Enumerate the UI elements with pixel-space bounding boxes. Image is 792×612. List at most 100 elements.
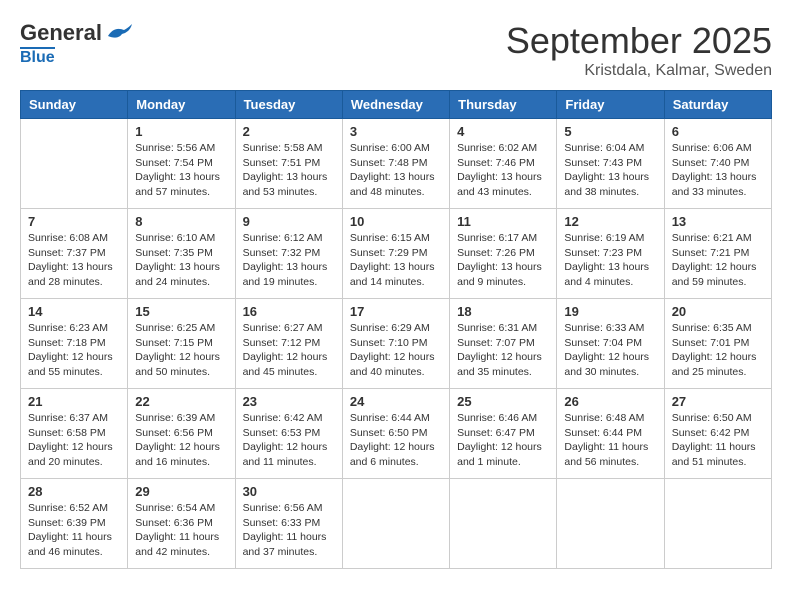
day-number: 4	[457, 124, 549, 139]
calendar-cell: 8 Sunrise: 6:10 AMSunset: 7:35 PMDaylight…	[128, 209, 235, 299]
calendar-cell: 10Sunrise: 6:15 AMSunset: 7:29 PMDayligh…	[342, 209, 449, 299]
calendar-cell	[664, 479, 771, 569]
day-number: 15	[135, 304, 227, 319]
day-info: Sunrise: 6:31 AMSunset: 7:07 PMDaylight:…	[457, 321, 549, 380]
day-number: 8	[135, 214, 227, 229]
col-header-tuesday: Tuesday	[235, 91, 342, 119]
day-info: Sunrise: 6:25 AMSunset: 7:15 PMDaylight:…	[135, 321, 227, 380]
day-number: 17	[350, 304, 442, 319]
day-number: 26	[564, 394, 656, 409]
day-number: 1	[135, 124, 227, 139]
day-info: Sunrise: 6:39 AMSunset: 6:56 PMDaylight:…	[135, 411, 227, 470]
day-info: Sunrise: 5:56 AMSunset: 7:54 PMDaylight:…	[135, 141, 227, 200]
header: General Blue September 2025 Kristdala, K…	[20, 20, 772, 80]
col-header-monday: Monday	[128, 91, 235, 119]
calendar-cell: 4 Sunrise: 6:02 AMSunset: 7:46 PMDaylight…	[450, 119, 557, 209]
title-area: September 2025 Kristdala, Kalmar, Sweden	[506, 20, 772, 80]
day-number: 20	[672, 304, 764, 319]
day-number: 19	[564, 304, 656, 319]
calendar-cell: 2 Sunrise: 5:58 AMSunset: 7:51 PMDaylight…	[235, 119, 342, 209]
day-info: Sunrise: 6:02 AMSunset: 7:46 PMDaylight:…	[457, 141, 549, 200]
calendar-cell: 26Sunrise: 6:48 AMSunset: 6:44 PMDayligh…	[557, 389, 664, 479]
calendar-cell: 9 Sunrise: 6:12 AMSunset: 7:32 PMDaylight…	[235, 209, 342, 299]
day-number: 29	[135, 484, 227, 499]
col-header-sunday: Sunday	[21, 91, 128, 119]
calendar-cell	[557, 479, 664, 569]
col-header-saturday: Saturday	[664, 91, 771, 119]
day-number: 28	[28, 484, 120, 499]
day-info: Sunrise: 6:10 AMSunset: 7:35 PMDaylight:…	[135, 231, 227, 290]
logo-bird-icon	[104, 22, 136, 44]
day-number: 5	[564, 124, 656, 139]
month-title: September 2025	[506, 20, 772, 62]
col-header-wednesday: Wednesday	[342, 91, 449, 119]
calendar: SundayMondayTuesdayWednesdayThursdayFrid…	[20, 90, 772, 569]
calendar-cell: 28 Sunrise: 6:52 AMSunset: 6:39 PMDayligh…	[21, 479, 128, 569]
day-info: Sunrise: 6:12 AMSunset: 7:32 PMDaylight:…	[243, 231, 335, 290]
day-number: 7	[28, 214, 120, 229]
week-row-4: 21 Sunrise: 6:37 AMSunset: 6:58 PMDayligh…	[21, 389, 772, 479]
day-info: Sunrise: 6:00 AMSunset: 7:48 PMDaylight:…	[350, 141, 442, 200]
calendar-cell: 11 Sunrise: 6:17 AMSunset: 7:26 PMDayligh…	[450, 209, 557, 299]
calendar-cell: 12 Sunrise: 6:19 AMSunset: 7:23 PMDayligh…	[557, 209, 664, 299]
week-row-1: 1 Sunrise: 5:56 AMSunset: 7:54 PMDaylight…	[21, 119, 772, 209]
calendar-cell: 1 Sunrise: 5:56 AMSunset: 7:54 PMDaylight…	[128, 119, 235, 209]
day-number: 25	[457, 394, 549, 409]
day-info: Sunrise: 6:23 AMSunset: 7:18 PMDaylight:…	[28, 321, 120, 380]
calendar-cell: 14Sunrise: 6:23 AMSunset: 7:18 PMDayligh…	[21, 299, 128, 389]
day-info: Sunrise: 6:29 AMSunset: 7:10 PMDaylight:…	[350, 321, 442, 380]
day-number: 22	[135, 394, 227, 409]
day-number: 30	[243, 484, 335, 499]
day-info: Sunrise: 5:58 AMSunset: 7:51 PMDaylight:…	[243, 141, 335, 200]
calendar-cell: 23Sunrise: 6:42 AMSunset: 6:53 PMDayligh…	[235, 389, 342, 479]
day-number: 27	[672, 394, 764, 409]
day-info: Sunrise: 6:50 AMSunset: 6:42 PMDaylight:…	[672, 411, 764, 470]
day-number: 9	[243, 214, 335, 229]
calendar-cell	[450, 479, 557, 569]
calendar-cell	[21, 119, 128, 209]
calendar-cell: 17 Sunrise: 6:29 AMSunset: 7:10 PMDayligh…	[342, 299, 449, 389]
day-number: 21	[28, 394, 120, 409]
calendar-cell: 7 Sunrise: 6:08 AMSunset: 7:37 PMDaylight…	[21, 209, 128, 299]
day-info: Sunrise: 6:54 AMSunset: 6:36 PMDaylight:…	[135, 501, 227, 560]
location-subtitle: Kristdala, Kalmar, Sweden	[506, 62, 772, 80]
week-row-3: 14Sunrise: 6:23 AMSunset: 7:18 PMDayligh…	[21, 299, 772, 389]
day-info: Sunrise: 6:35 AMSunset: 7:01 PMDaylight:…	[672, 321, 764, 380]
day-info: Sunrise: 6:46 AMSunset: 6:47 PMDaylight:…	[457, 411, 549, 470]
calendar-cell	[342, 479, 449, 569]
day-number: 6	[672, 124, 764, 139]
day-number: 13	[672, 214, 764, 229]
day-info: Sunrise: 6:06 AMSunset: 7:40 PMDaylight:…	[672, 141, 764, 200]
day-info: Sunrise: 6:17 AMSunset: 7:26 PMDaylight:…	[457, 231, 549, 290]
calendar-cell: 15 Sunrise: 6:25 AMSunset: 7:15 PMDayligh…	[128, 299, 235, 389]
calendar-header-row: SundayMondayTuesdayWednesdayThursdayFrid…	[21, 91, 772, 119]
logo-general: General	[20, 20, 102, 46]
week-row-5: 28 Sunrise: 6:52 AMSunset: 6:39 PMDayligh…	[21, 479, 772, 569]
day-number: 18	[457, 304, 549, 319]
day-info: Sunrise: 6:08 AMSunset: 7:37 PMDaylight:…	[28, 231, 120, 290]
day-info: Sunrise: 6:21 AMSunset: 7:21 PMDaylight:…	[672, 231, 764, 290]
col-header-thursday: Thursday	[450, 91, 557, 119]
day-number: 16	[243, 304, 335, 319]
calendar-cell: 16Sunrise: 6:27 AMSunset: 7:12 PMDayligh…	[235, 299, 342, 389]
calendar-cell: 6 Sunrise: 6:06 AMSunset: 7:40 PMDaylight…	[664, 119, 771, 209]
calendar-cell: 21 Sunrise: 6:37 AMSunset: 6:58 PMDayligh…	[21, 389, 128, 479]
day-number: 11	[457, 214, 549, 229]
day-info: Sunrise: 6:56 AMSunset: 6:33 PMDaylight:…	[243, 501, 335, 560]
calendar-cell: 29 Sunrise: 6:54 AMSunset: 6:36 PMDayligh…	[128, 479, 235, 569]
calendar-cell: 25 Sunrise: 6:46 AMSunset: 6:47 PMDayligh…	[450, 389, 557, 479]
calendar-cell: 20 Sunrise: 6:35 AMSunset: 7:01 PMDayligh…	[664, 299, 771, 389]
day-info: Sunrise: 6:42 AMSunset: 6:53 PMDaylight:…	[243, 411, 335, 470]
day-number: 2	[243, 124, 335, 139]
day-info: Sunrise: 6:44 AMSunset: 6:50 PMDaylight:…	[350, 411, 442, 470]
day-number: 12	[564, 214, 656, 229]
day-info: Sunrise: 6:19 AMSunset: 7:23 PMDaylight:…	[564, 231, 656, 290]
calendar-cell: 22 Sunrise: 6:39 AMSunset: 6:56 PMDayligh…	[128, 389, 235, 479]
day-info: Sunrise: 6:04 AMSunset: 7:43 PMDaylight:…	[564, 141, 656, 200]
day-info: Sunrise: 6:37 AMSunset: 6:58 PMDaylight:…	[28, 411, 120, 470]
day-info: Sunrise: 6:33 AMSunset: 7:04 PMDaylight:…	[564, 321, 656, 380]
calendar-cell: 24 Sunrise: 6:44 AMSunset: 6:50 PMDayligh…	[342, 389, 449, 479]
logo-blue: Blue	[20, 49, 55, 66]
day-number: 24	[350, 394, 442, 409]
day-info: Sunrise: 6:52 AMSunset: 6:39 PMDaylight:…	[28, 501, 120, 560]
